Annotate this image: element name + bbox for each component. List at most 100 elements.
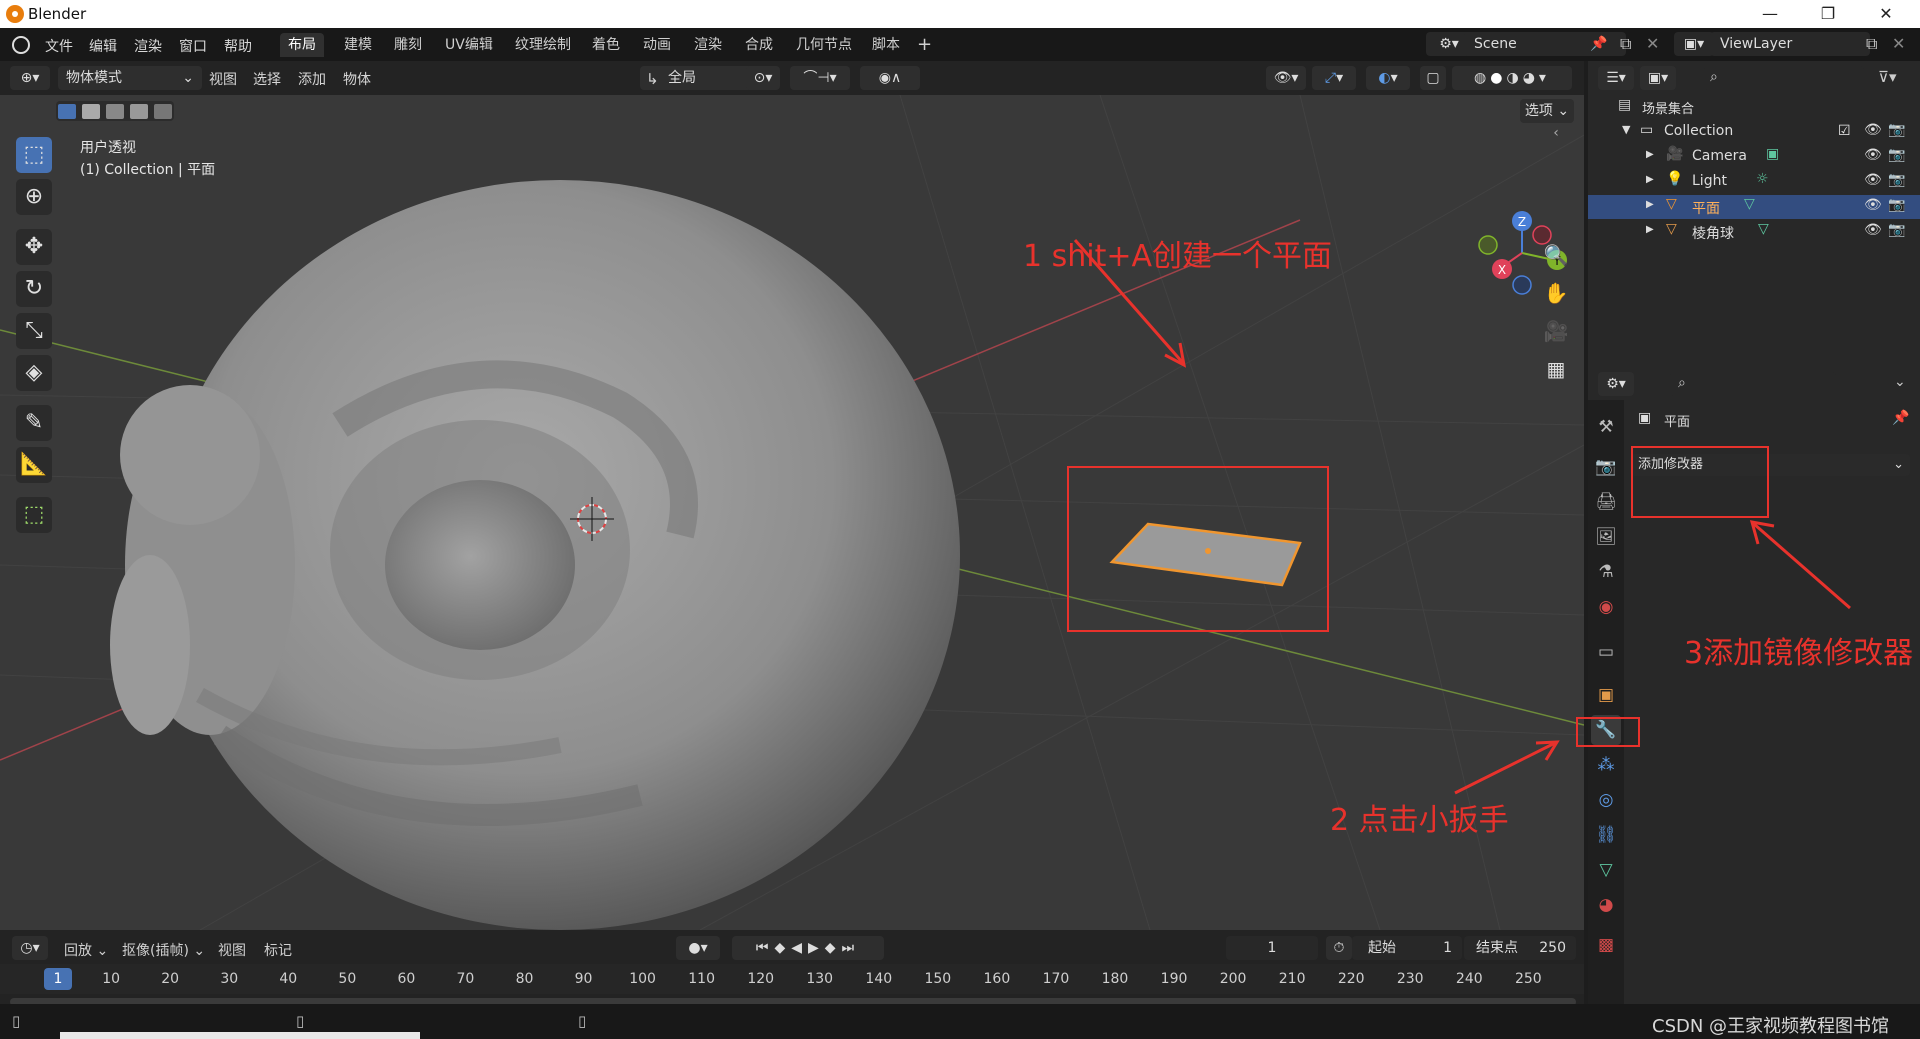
expand-arrow-icon[interactable]: ▶ bbox=[1646, 224, 1654, 235]
visibility-eye-icon[interactable]: 👁 bbox=[1864, 122, 1882, 138]
object-tab-icon[interactable]: ▣ bbox=[1591, 680, 1621, 710]
tab-animation[interactable]: 动画 bbox=[641, 33, 673, 57]
add-cube-tool-icon[interactable]: ⬚ bbox=[16, 497, 52, 533]
proportional-edit-icon[interactable]: ◉∧ bbox=[860, 66, 920, 90]
timeline-menu-view[interactable]: 视图 bbox=[218, 940, 246, 960]
pin-icon[interactable]: 📌 bbox=[1590, 36, 1607, 52]
viewport-menu-select[interactable]: 选择 bbox=[253, 69, 281, 89]
properties-editor-type-icon[interactable]: ⚙▾ bbox=[1598, 372, 1634, 396]
editor-type-icon[interactable]: ⊕▾ bbox=[10, 66, 50, 90]
delete-view-layer-icon[interactable]: ✕ bbox=[1892, 34, 1905, 53]
filter-icon[interactable]: ⊽▾ bbox=[1878, 68, 1897, 86]
transform-tool-icon[interactable]: ◈ bbox=[16, 355, 52, 391]
tool-tab-icon[interactable]: ⚒ bbox=[1591, 412, 1621, 442]
blender-menu-icon[interactable] bbox=[12, 36, 30, 54]
display-mode-icon[interactable]: ▣▾ bbox=[1640, 66, 1676, 90]
tab-compositing[interactable]: 合成 bbox=[743, 33, 775, 57]
pin-icon[interactable]: 📌 bbox=[1892, 410, 1909, 426]
grid-view-icon[interactable]: ▦ bbox=[1540, 353, 1572, 385]
close-button[interactable]: ✕ bbox=[1866, 4, 1906, 24]
new-scene-icon[interactable]: ⧉ bbox=[1620, 34, 1631, 54]
viewport-menu-object[interactable]: 物体 bbox=[343, 69, 371, 89]
tab-scripting[interactable]: 脚本 bbox=[870, 33, 902, 57]
outliner-item-light[interactable]: ▶ 💡 Light ☼ 👁 📷 bbox=[1588, 170, 1920, 194]
expand-arrow-icon[interactable]: ▶ bbox=[1646, 199, 1654, 210]
view-layer-name-field[interactable]: ViewLayer bbox=[1710, 32, 1870, 56]
render-camera-icon[interactable]: 📷 bbox=[1888, 122, 1905, 138]
playback-dropdown[interactable]: 回放 ⌄ bbox=[64, 940, 108, 960]
camera-view-icon[interactable]: 🎥 bbox=[1540, 315, 1572, 347]
tab-rendering[interactable]: 渲染 bbox=[692, 33, 724, 57]
mesh-data-icon[interactable]: ▽ bbox=[1758, 221, 1769, 237]
pivot-point-icon[interactable]: ⊙▾ bbox=[746, 66, 780, 90]
zoom-icon[interactable]: 🔍 bbox=[1540, 239, 1572, 271]
light-data-icon[interactable]: ☼ bbox=[1756, 171, 1769, 187]
playback-controls[interactable]: ⏮◆◀▶◆⏭ bbox=[732, 936, 884, 960]
render-camera-icon[interactable]: 📷 bbox=[1888, 172, 1905, 188]
record-button[interactable]: ●▾ bbox=[676, 936, 720, 960]
texture-tab-icon[interactable]: ▩ bbox=[1591, 930, 1621, 960]
menu-render[interactable]: 渲染 bbox=[134, 36, 162, 56]
expand-arrow-icon[interactable]: ▶ bbox=[1646, 149, 1654, 160]
outliner-item-sphere[interactable]: ▶ ▽ 棱角球 ▽ 👁 📷 bbox=[1588, 220, 1920, 244]
render-camera-icon[interactable]: 📷 bbox=[1888, 197, 1905, 213]
select-invert-icon[interactable] bbox=[130, 104, 148, 119]
menu-edit[interactable]: 编辑 bbox=[89, 36, 117, 56]
tab-uv-editing[interactable]: UV编辑 bbox=[443, 33, 495, 57]
render-camera-icon[interactable]: 📷 bbox=[1888, 222, 1905, 238]
visibility-eye-icon[interactable]: 👁 bbox=[1864, 222, 1882, 238]
select-box-tool-icon[interactable]: ⬚ bbox=[16, 137, 52, 173]
select-extend-icon[interactable] bbox=[82, 104, 100, 119]
tab-sculpting[interactable]: 雕刻 bbox=[392, 33, 424, 57]
render-camera-icon[interactable]: 📷 bbox=[1888, 147, 1905, 163]
world-tab-icon[interactable]: ◉ bbox=[1591, 592, 1621, 622]
view-layer-selector-icon[interactable]: ▣▾ bbox=[1674, 32, 1714, 56]
viewport-menu-add[interactable]: 添加 bbox=[298, 69, 326, 89]
timeline-editor-type-icon[interactable]: ◷▾ bbox=[12, 936, 48, 960]
menu-file[interactable]: 文件 bbox=[45, 36, 73, 56]
new-view-layer-icon[interactable]: ⧉ bbox=[1866, 34, 1877, 54]
move-tool-icon[interactable]: ✥ bbox=[16, 229, 52, 265]
visibility-eye-icon[interactable]: 👁 bbox=[1864, 147, 1882, 163]
menu-help[interactable]: 帮助 bbox=[224, 36, 252, 56]
constraints-tab-icon[interactable]: ⛓ bbox=[1591, 820, 1621, 850]
menu-window[interactable]: 窗口 bbox=[179, 36, 207, 56]
shading-mode-selector[interactable]: ◍●◑◕▾ bbox=[1452, 66, 1572, 90]
delete-scene-icon[interactable]: ✕ bbox=[1646, 34, 1659, 53]
restore-button[interactable]: ❐ bbox=[1808, 4, 1848, 24]
outliner-item-camera[interactable]: ▶ 🎥 Camera ▣ 👁 📷 bbox=[1588, 145, 1920, 169]
output-tab-icon[interactable]: 🖨 bbox=[1591, 487, 1621, 517]
mesh-data-icon[interactable]: ▽ bbox=[1744, 196, 1755, 212]
xray-toggle-icon[interactable]: ▢ bbox=[1420, 66, 1446, 90]
minimize-button[interactable]: — bbox=[1750, 4, 1790, 24]
cursor-tool-icon[interactable]: ⊕ bbox=[16, 179, 52, 215]
stopwatch-icon[interactable]: ⏱ bbox=[1326, 936, 1352, 960]
start-frame-field[interactable]: 起始 1 bbox=[1352, 936, 1462, 960]
annotate-tool-icon[interactable]: ✎ bbox=[16, 405, 52, 441]
end-frame-field[interactable]: 结束点 250 bbox=[1464, 936, 1576, 960]
collapse-sidebar-icon[interactable]: ‹ bbox=[1540, 117, 1572, 149]
expand-arrow-icon[interactable]: ▶ bbox=[1646, 174, 1654, 185]
tab-layout[interactable]: 布局 bbox=[280, 33, 324, 57]
visibility-eye-icon[interactable]: 👁 bbox=[1864, 197, 1882, 213]
render-tab-icon[interactable]: 📷 bbox=[1591, 452, 1621, 482]
material-tab-icon[interactable]: ◕ bbox=[1591, 890, 1621, 920]
properties-search-input[interactable] bbox=[1670, 372, 1836, 396]
tab-geometry-nodes[interactable]: 几何节点 bbox=[794, 33, 854, 57]
outliner-editor-type-icon[interactable]: ☰▾ bbox=[1598, 66, 1634, 90]
collection-tab-icon[interactable]: ▭ bbox=[1591, 637, 1621, 667]
scale-tool-icon[interactable]: ⤡ bbox=[16, 313, 52, 349]
tab-shading[interactable]: 着色 bbox=[590, 33, 622, 57]
add-workspace-button[interactable]: + bbox=[915, 33, 934, 57]
visibility-eye-icon[interactable]: 👁 bbox=[1864, 172, 1882, 188]
particles-tab-icon[interactable]: ⁂ bbox=[1591, 750, 1621, 780]
measure-tool-icon[interactable]: 📐 bbox=[16, 447, 52, 483]
chevron-down-icon[interactable]: ⌄ bbox=[1894, 374, 1906, 390]
select-intersect-icon[interactable] bbox=[154, 104, 172, 119]
viewport-menu-view[interactable]: 视图 bbox=[209, 69, 237, 89]
select-new-icon[interactable] bbox=[58, 104, 76, 119]
outliner-collection-row[interactable]: ▼ ▭ Collection ☑ 👁 📷 bbox=[1588, 120, 1920, 144]
overlay-toggle-icon[interactable]: ◐▾ bbox=[1366, 66, 1410, 90]
outliner-item-plane[interactable]: ▶ ▽ 平面 ▽ 👁 📷 bbox=[1588, 195, 1920, 219]
scene-tab-icon[interactable]: ⚗ bbox=[1591, 557, 1621, 587]
